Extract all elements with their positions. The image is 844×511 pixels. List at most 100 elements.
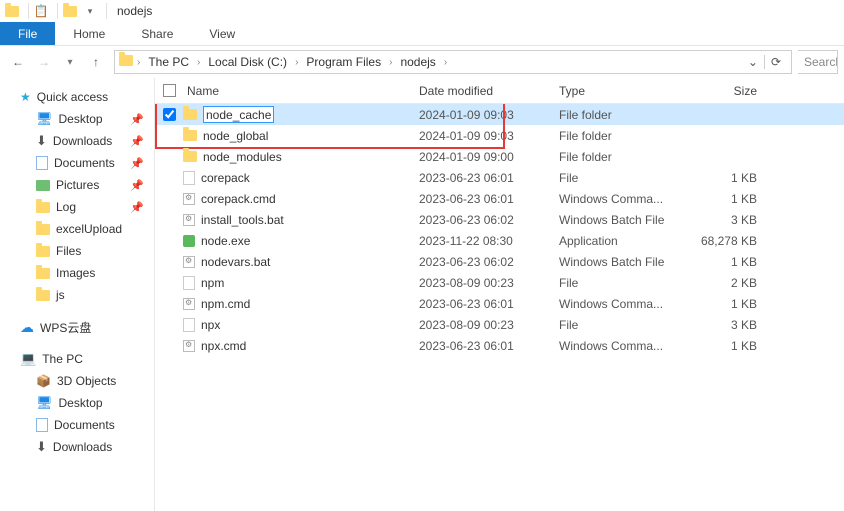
chevron-right-icon[interactable]: › [442, 57, 449, 68]
search-input[interactable]: Search [798, 50, 838, 74]
file-name-cell[interactable]: corepack [183, 171, 419, 185]
qat-dropdown-icon[interactable]: ▾ [82, 3, 98, 19]
file-name-cell[interactable]: install_tools.bat [183, 213, 419, 227]
label: Desktop [59, 112, 103, 126]
file-name-cell[interactable]: nodevars.bat [183, 255, 419, 269]
file-name-cell[interactable]: node_cache [183, 106, 419, 123]
file-row[interactable]: nodevars.bat2023-06-23 06:02Windows Batc… [155, 251, 844, 272]
address-dropdown-button[interactable]: ⌄ [744, 55, 762, 69]
file-type: File [559, 318, 679, 332]
label: Documents [54, 418, 115, 432]
properties-icon[interactable]: 📋 [33, 3, 49, 19]
chevron-right-icon[interactable]: › [293, 57, 300, 68]
tab-file[interactable]: File [0, 22, 55, 45]
sidebar-documents2[interactable]: Documents [0, 414, 154, 436]
file-size: 1 KB [679, 297, 769, 311]
breadcrumb-segment[interactable]: Program Files [302, 55, 385, 69]
file-size: 3 KB [679, 213, 769, 227]
file-row[interactable]: node_global2024-01-09 09:03File folder [155, 125, 844, 146]
divider [106, 3, 107, 19]
documents-icon [36, 418, 48, 432]
column-date[interactable]: Date modified [419, 84, 559, 98]
rename-input[interactable]: node_cache [203, 106, 274, 123]
file-name-cell[interactable]: node_global [183, 129, 419, 143]
cloud-icon: ☁ [20, 319, 34, 336]
file-size: 1 KB [679, 255, 769, 269]
file-name-cell[interactable]: corepack.cmd [183, 192, 419, 206]
sidebar-thepc[interactable]: 💻The PC [0, 348, 154, 370]
file-row[interactable]: npx.cmd2023-06-23 06:01Windows Comma...1… [155, 335, 844, 356]
sidebar-documents[interactable]: Documents📌 [0, 152, 154, 174]
sidebar-desktop2[interactable]: 🖥 Desktop [0, 392, 154, 414]
breadcrumb-segment[interactable]: Local Disk (C:) [204, 55, 291, 69]
sidebar-downloads2[interactable]: ⬇Downloads [0, 436, 154, 458]
file-name-cell[interactable]: npm.cmd [183, 297, 419, 311]
file-row[interactable]: install_tools.bat2023-06-23 06:02Windows… [155, 209, 844, 230]
file-name-cell[interactable]: npm [183, 276, 419, 290]
sidebar-3d-objects[interactable]: 📦3D Objects [0, 370, 154, 392]
file-row[interactable]: npx2023-08-09 00:23File3 KB [155, 314, 844, 335]
file-type: Windows Batch File [559, 255, 679, 269]
file-row[interactable]: node_modules2024-01-09 09:00File folder [155, 146, 844, 167]
column-size[interactable]: Size [679, 84, 769, 98]
label: Files [56, 244, 81, 258]
recent-locations-button[interactable]: ▾ [58, 50, 82, 74]
chevron-right-icon[interactable]: › [387, 57, 394, 68]
file-date: 2023-06-23 06:01 [419, 192, 559, 206]
desktop-icon: 🖥 [36, 395, 53, 411]
file-type: Windows Comma... [559, 339, 679, 353]
forward-button[interactable]: → [32, 50, 56, 74]
up-button[interactable]: ↑ [84, 50, 108, 74]
file-type: Application [559, 234, 679, 248]
script-icon [183, 340, 195, 352]
file-row[interactable]: node.exe2023-11-22 08:30Application68,27… [155, 230, 844, 251]
ribbon-tabs: File Home Share View [0, 22, 844, 46]
file-row[interactable]: corepack2023-06-23 06:01File1 KB [155, 167, 844, 188]
file-row[interactable]: corepack.cmd2023-06-23 06:01Windows Comm… [155, 188, 844, 209]
sidebar-js[interactable]: js [0, 284, 154, 306]
sidebar-files[interactable]: Files [0, 240, 154, 262]
refresh-button[interactable]: ⟳ [764, 55, 787, 69]
sidebar-excel[interactable]: excelUpload [0, 218, 154, 240]
breadcrumb-segment[interactable]: The PC [144, 55, 193, 69]
file-name-cell[interactable]: npx [183, 318, 419, 332]
folder-icon [36, 246, 50, 257]
sidebar-wps[interactable]: ☁WPS云盘 [0, 316, 154, 338]
tab-share[interactable]: Share [123, 22, 191, 45]
file-name-cell[interactable]: node.exe [183, 234, 419, 248]
file-date: 2023-08-09 00:23 [419, 318, 559, 332]
address-bar[interactable]: › The PC › Local Disk (C:) › Program Fil… [114, 50, 792, 74]
downloads-icon: ⬇ [36, 439, 47, 455]
titlebar: 📋 ▾ nodejs [0, 0, 844, 22]
back-button[interactable]: ← [6, 50, 30, 74]
tab-view[interactable]: View [191, 22, 253, 45]
row-checkbox[interactable] [155, 108, 183, 121]
breadcrumb-segment[interactable]: nodejs [396, 55, 439, 69]
sidebar-log[interactable]: Log📌 [0, 196, 154, 218]
sidebar-images[interactable]: Images [0, 262, 154, 284]
sidebar-desktop[interactable]: 🖥Desktop📌 [0, 108, 154, 130]
sidebar-pictures[interactable]: Pictures📌 [0, 174, 154, 196]
label: Desktop [59, 396, 103, 410]
column-name[interactable]: Name [183, 84, 419, 98]
chevron-right-icon[interactable]: › [135, 57, 142, 68]
file-name-label: nodevars.bat [201, 255, 270, 269]
column-headers: Name Date modified Type Size [155, 78, 844, 104]
file-row[interactable]: node_cache2024-01-09 09:03File folder [155, 104, 844, 125]
desktop-icon: 🖥 [36, 111, 53, 127]
column-type[interactable]: Type [559, 84, 679, 98]
pin-icon: 📌 [130, 157, 144, 170]
file-list-pane: Name Date modified Type Size node_cache2… [155, 78, 844, 511]
file-type: Windows Batch File [559, 213, 679, 227]
file-name-cell[interactable]: npx.cmd [183, 339, 419, 353]
file-icon [183, 318, 195, 332]
file-name-cell[interactable]: node_modules [183, 150, 419, 164]
file-row[interactable]: npm2023-08-09 00:23File2 KB [155, 272, 844, 293]
sidebar-downloads[interactable]: ⬇Downloads📌 [0, 130, 154, 152]
application-icon [183, 235, 195, 247]
quick-access[interactable]: ★Quick access [0, 86, 154, 108]
tab-home[interactable]: Home [55, 22, 123, 45]
select-all-checkbox[interactable] [155, 84, 183, 97]
file-row[interactable]: npm.cmd2023-06-23 06:01Windows Comma...1… [155, 293, 844, 314]
chevron-right-icon[interactable]: › [195, 57, 202, 68]
